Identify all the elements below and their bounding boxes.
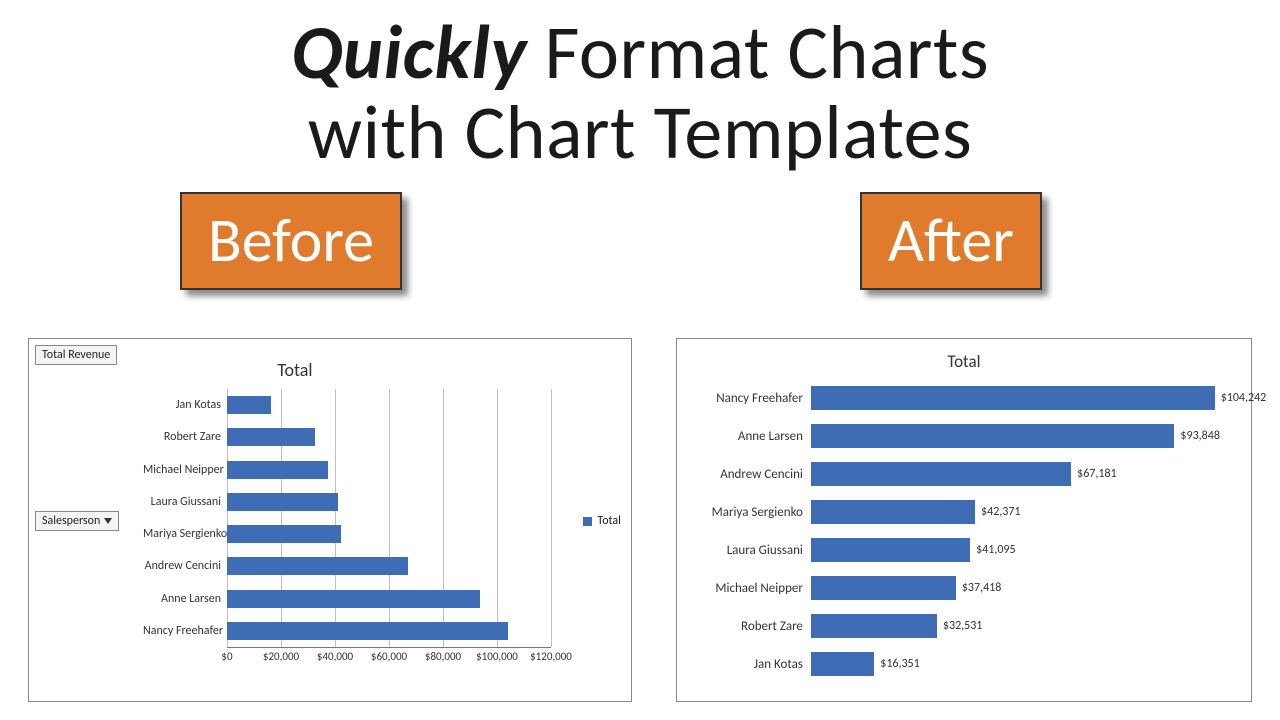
- y-tick-label: Michael Neipper: [143, 463, 221, 477]
- chart-row: Mariya Sergienko $42,371: [691, 493, 1237, 531]
- headline-line-2: with Chart Templates: [0, 94, 1280, 174]
- category-label: Nancy Freehafer: [691, 391, 811, 406]
- after-chart-plot: Nancy Freehafer$104,242 Anne Larsen $93,84…: [691, 379, 1237, 687]
- bar: [811, 614, 937, 638]
- before-chart-panel: Total Revenue Salesperson Total Total Ja…: [28, 338, 632, 702]
- chart-row: Jan Kotas $16,351: [691, 645, 1237, 683]
- legend-label: Total: [597, 514, 620, 528]
- chart-row: Anne Larsen $93,848: [691, 417, 1237, 455]
- category-label: Anne Larsen: [691, 429, 811, 444]
- after-chart-title: Total: [677, 339, 1251, 372]
- gridline: [335, 389, 336, 647]
- charts-row: Total Revenue Salesperson Total Total Ja…: [0, 338, 1280, 702]
- legend-swatch-icon: [583, 517, 592, 526]
- pivot-field-salesperson[interactable]: Salesperson: [35, 511, 119, 531]
- y-tick-label: Robert Zare: [143, 430, 221, 444]
- category-label: Jan Kotas: [691, 657, 811, 672]
- bar-wrap: $37,418: [811, 576, 1237, 600]
- chart-row: Robert Zare $32,531: [691, 607, 1237, 645]
- badge-after: After: [860, 192, 1042, 290]
- x-tick-label: $60,000: [371, 650, 407, 663]
- bar: [227, 428, 315, 446]
- bar-wrap: $67,181: [811, 462, 1237, 486]
- bar-wrap: $16,351: [811, 652, 1237, 676]
- before-chart-legend: Total: [583, 514, 620, 528]
- chart-row: Michael Neipper $37,418: [691, 569, 1237, 607]
- bar-wrap: $104,242: [811, 386, 1237, 410]
- x-tick-label: $20,000: [263, 650, 299, 663]
- after-chart-panel: Total Nancy Freehafer$104,242Anne Larsen…: [676, 338, 1252, 702]
- bar-wrap: $42,371: [811, 500, 1237, 524]
- category-label: Mariya Sergienko: [691, 505, 811, 520]
- bar: [811, 500, 975, 524]
- before-x-axis: $0$20,000$40,000$60,000$80,000$100,000$1…: [227, 647, 551, 665]
- y-tick-label: Anne Larsen: [143, 592, 221, 606]
- y-tick-label: Jan Kotas: [143, 398, 221, 412]
- data-label: $42,371: [981, 505, 1021, 519]
- headline-rest-1: Format Charts: [527, 7, 989, 99]
- x-tick-label: $80,000: [425, 650, 461, 663]
- bar-wrap: $93,848: [811, 424, 1237, 448]
- before-chart-plot: Jan KotasRobert ZareMichael NeipperLaura…: [147, 389, 551, 665]
- category-label: Andrew Cencini: [691, 467, 811, 482]
- y-tick-label: Laura Giussani: [143, 495, 221, 509]
- x-tick-label: $40,000: [317, 650, 353, 663]
- bar: [227, 396, 271, 414]
- y-tick-label: Nancy Freehafer: [143, 624, 221, 638]
- bar: [227, 461, 328, 479]
- category-label: Robert Zare: [691, 619, 811, 634]
- gridline: [497, 389, 498, 647]
- headline-emph: Quickly: [291, 7, 527, 99]
- headline-line-1: Quickly Format Charts: [0, 14, 1280, 94]
- data-label: $41,095: [976, 543, 1016, 557]
- badge-before: Before: [180, 192, 402, 290]
- chart-row: Laura Giussani $41,095: [691, 531, 1237, 569]
- bar: [227, 493, 338, 511]
- bar: [811, 462, 1071, 486]
- chart-row: Nancy Freehafer$104,242: [691, 379, 1237, 417]
- bar-wrap: $32,531: [811, 614, 1237, 638]
- bar: [811, 386, 1215, 410]
- bar: [227, 557, 408, 575]
- data-label: $37,418: [962, 581, 1002, 595]
- data-label: $67,181: [1077, 467, 1117, 481]
- category-label: Michael Neipper: [691, 581, 811, 596]
- before-y-axis-labels: Jan KotasRobert ZareMichael NeipperLaura…: [147, 389, 225, 647]
- data-label: $104,242: [1221, 391, 1267, 405]
- y-tick-label: Mariya Sergienko: [143, 527, 221, 541]
- labels-row: Before After: [0, 192, 1280, 312]
- data-label: $16,351: [880, 657, 920, 671]
- before-chart-title: Total: [29, 359, 561, 381]
- data-label: $32,531: [943, 619, 983, 633]
- gridline: [389, 389, 390, 647]
- x-tick-label: $100,000: [476, 650, 518, 663]
- bar: [227, 622, 508, 640]
- bar: [811, 538, 970, 562]
- x-tick-label: $120,000: [530, 650, 572, 663]
- pivot-field-label: Salesperson: [42, 514, 100, 528]
- bar-wrap: $41,095: [811, 538, 1237, 562]
- y-tick-label: Andrew Cencini: [143, 559, 221, 573]
- x-tick-label: $0: [221, 650, 232, 663]
- category-label: Laura Giussani: [691, 543, 811, 558]
- gridline: [551, 389, 552, 647]
- bar: [227, 525, 341, 543]
- bar: [811, 424, 1175, 448]
- chart-row: Andrew Cencini $67,181: [691, 455, 1237, 493]
- chevron-down-icon: [104, 518, 112, 524]
- bar: [811, 652, 874, 676]
- bar: [811, 576, 956, 600]
- gridline: [443, 389, 444, 647]
- data-label: $93,848: [1180, 429, 1220, 443]
- bar: [227, 590, 480, 608]
- headline: Quickly Format Charts with Chart Templat…: [0, 0, 1280, 174]
